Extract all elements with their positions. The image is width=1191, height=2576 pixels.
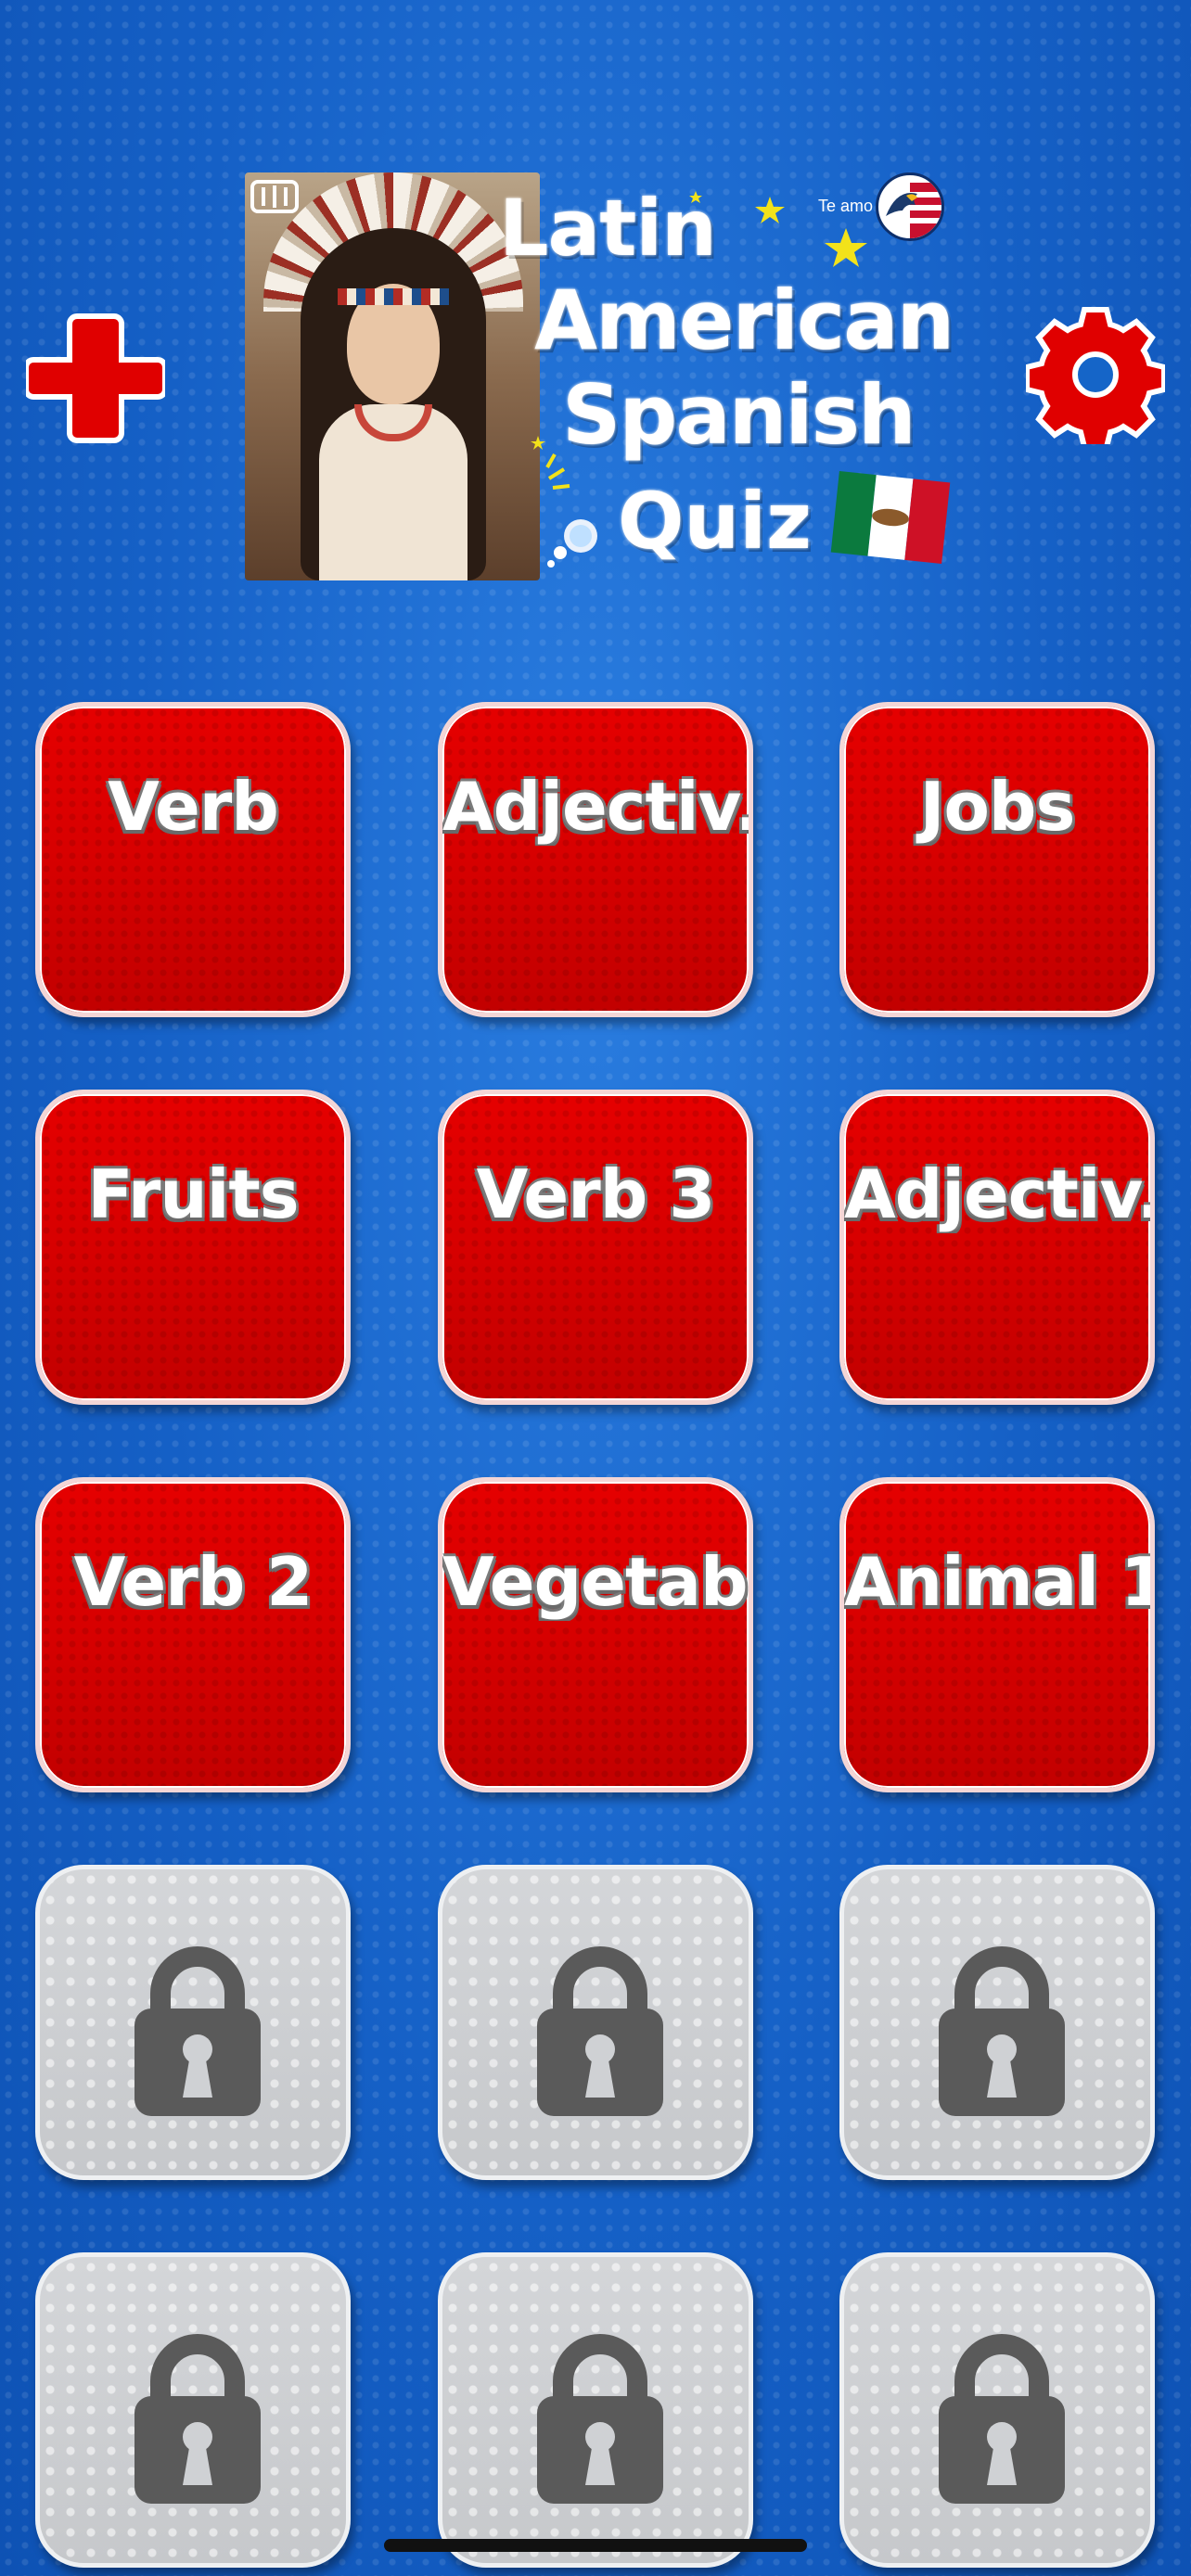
category-tile[interactable]: Vegetabl... (438, 1477, 753, 1792)
lock-icon (939, 1946, 1065, 2116)
category-label: Verb 2 (73, 1543, 314, 1621)
category-tile[interactable]: Animal 1 (839, 1477, 1155, 1792)
lock-icon (537, 2334, 663, 2504)
category-label: Vegetabl... (442, 1543, 749, 1621)
locked-category-tile[interactable] (438, 1865, 753, 2180)
lock-icon (939, 2334, 1065, 2504)
locked-category-tile[interactable] (35, 2252, 351, 2568)
home-indicator[interactable] (384, 2539, 807, 2552)
locked-category-tile[interactable] (839, 1865, 1155, 2180)
lock-icon (537, 1946, 663, 2116)
category-tile[interactable]: Verb 3 (438, 1090, 753, 1405)
locked-category-tile[interactable] (35, 1865, 351, 2180)
locked-category-tile[interactable] (438, 2252, 753, 2568)
category-tile[interactable]: Verb (35, 702, 351, 1017)
locked-category-tile[interactable] (839, 2252, 1155, 2568)
lock-icon (134, 1946, 261, 2116)
category-tile[interactable]: Fruits (35, 1090, 351, 1405)
category-grid: Verb Adjectiv... Jobs Fruits Verb 3 Adjectiv.… (0, 0, 1191, 2576)
category-label: Verb (108, 768, 279, 846)
category-label: Adjectiv... (844, 1155, 1150, 1233)
category-label: Animal 1 (844, 1543, 1150, 1621)
category-tile[interactable]: Adjectiv... (438, 702, 753, 1017)
lock-icon (134, 2334, 261, 2504)
category-tile[interactable]: Jobs (839, 702, 1155, 1017)
category-tile[interactable]: Adjectiv... (839, 1090, 1155, 1405)
category-label: Verb 3 (476, 1155, 716, 1233)
category-label: Fruits (87, 1155, 299, 1233)
category-label: Adjectiv... (442, 768, 749, 846)
category-tile[interactable]: Verb 2 (35, 1477, 351, 1792)
category-label: Jobs (919, 768, 1076, 846)
